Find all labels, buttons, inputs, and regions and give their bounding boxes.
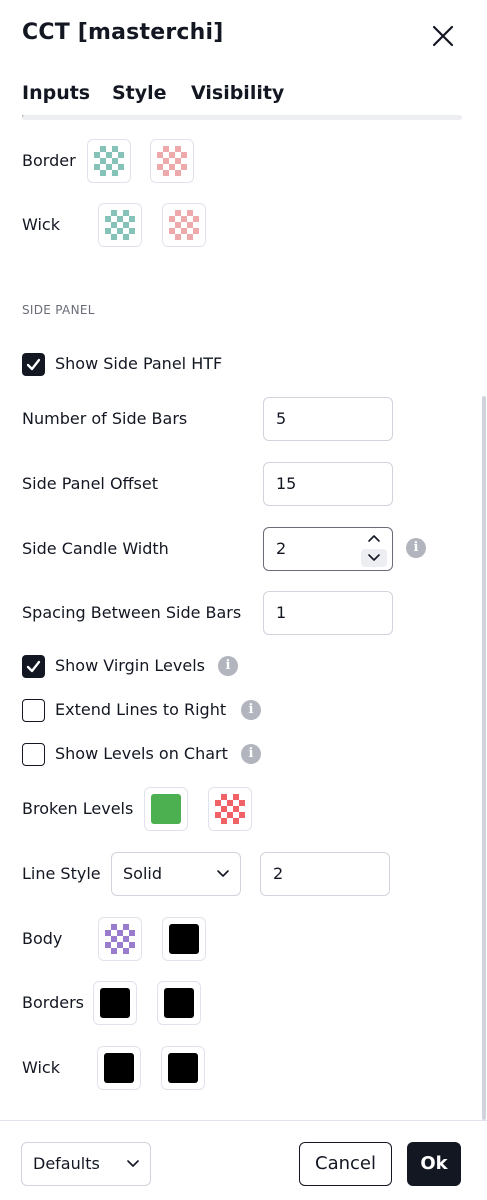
extend-lines-to-right-label: Extend Lines to Right bbox=[55, 700, 227, 719]
side-wick-up-color-swatch[interactable] bbox=[97, 1046, 141, 1090]
checker-fill bbox=[105, 924, 135, 954]
show-levels-on-chart-label: Show Levels on Chart bbox=[55, 744, 228, 763]
solid-fill bbox=[104, 1053, 134, 1083]
defaults-label: Defaults bbox=[33, 1154, 100, 1173]
defaults-dropdown[interactable]: Defaults bbox=[21, 1142, 151, 1186]
info-icon[interactable]: i bbox=[241, 700, 261, 720]
spacing-between-side-bars-label: Spacing Between Side Bars bbox=[22, 603, 242, 622]
wick-label: Wick bbox=[22, 215, 60, 234]
side-wick-down-color-swatch[interactable] bbox=[161, 1046, 205, 1090]
extend-lines-to-right-checkbox[interactable] bbox=[22, 699, 45, 722]
chevron-down-icon bbox=[127, 1160, 139, 1167]
side-candle-width-stepper[interactable] bbox=[361, 529, 387, 569]
solid-fill bbox=[100, 988, 130, 1018]
checker-fill bbox=[169, 210, 199, 240]
chevron-down-icon[interactable] bbox=[361, 549, 387, 567]
border-down-color-swatch[interactable] bbox=[150, 139, 194, 183]
side-panel-offset-input[interactable]: 15 bbox=[263, 462, 393, 506]
solid-fill bbox=[168, 1053, 198, 1083]
solid-fill bbox=[151, 794, 181, 824]
body-up-color-swatch[interactable] bbox=[98, 917, 142, 961]
side-panel-offset-label: Side Panel Offset bbox=[22, 474, 159, 493]
tab-divider bbox=[22, 115, 462, 120]
border-label: Border bbox=[22, 151, 76, 170]
show-virgin-levels-checkbox[interactable] bbox=[22, 655, 45, 678]
info-icon[interactable]: i bbox=[241, 744, 261, 764]
number-of-side-bars-input[interactable]: 5 bbox=[263, 397, 393, 441]
check-icon bbox=[26, 660, 41, 673]
borders-up-color-swatch[interactable] bbox=[93, 981, 137, 1025]
info-icon[interactable]: i bbox=[406, 538, 426, 558]
solid-fill bbox=[164, 988, 194, 1018]
side-wick-label: Wick bbox=[22, 1058, 60, 1077]
tab-visibility[interactable]: Visibility bbox=[191, 82, 284, 104]
broken-levels-label: Broken Levels bbox=[22, 799, 134, 818]
info-icon[interactable]: i bbox=[218, 656, 238, 676]
dialog-title: CCT [masterchi] bbox=[22, 20, 224, 45]
number-of-side-bars-label: Number of Side Bars bbox=[22, 409, 188, 428]
scrollbar-thumb[interactable] bbox=[482, 396, 486, 1120]
body-label: Body bbox=[22, 929, 63, 948]
footer-divider bbox=[0, 1120, 487, 1121]
broken-levels-down-color-swatch[interactable] bbox=[208, 787, 252, 831]
cancel-button[interactable]: Cancel bbox=[299, 1142, 392, 1186]
spacing-between-side-bars-input[interactable]: 1 bbox=[263, 591, 393, 635]
show-side-panel-htf-label: Show Side Panel HTF bbox=[55, 354, 223, 373]
broken-levels-up-color-swatch[interactable] bbox=[144, 787, 188, 831]
check-icon bbox=[26, 358, 41, 371]
tab-inputs[interactable]: Inputs bbox=[22, 82, 90, 104]
show-side-panel-htf-checkbox[interactable] bbox=[22, 353, 45, 376]
body-down-color-swatch[interactable] bbox=[162, 917, 206, 961]
line-style-selected-value: Solid bbox=[123, 864, 162, 883]
checker-fill bbox=[105, 210, 135, 240]
side-candle-width-value: 2 bbox=[276, 539, 287, 558]
wick-down-color-swatch[interactable] bbox=[162, 203, 206, 247]
checker-fill bbox=[215, 794, 245, 824]
chevron-down-icon bbox=[217, 870, 229, 877]
solid-fill bbox=[169, 924, 199, 954]
tab-style[interactable]: Style bbox=[112, 82, 167, 104]
line-style-label: Line Style bbox=[22, 864, 101, 883]
ok-button[interactable]: Ok bbox=[407, 1142, 461, 1186]
checker-fill bbox=[157, 146, 187, 176]
close-icon[interactable] bbox=[429, 22, 457, 50]
chevron-up-icon[interactable] bbox=[361, 529, 387, 547]
side-candle-width-label: Side Candle Width bbox=[22, 539, 169, 558]
line-style-select[interactable]: Solid bbox=[111, 852, 241, 896]
show-levels-on-chart-checkbox[interactable] bbox=[22, 743, 45, 766]
checker-fill bbox=[94, 146, 124, 176]
borders-down-color-swatch[interactable] bbox=[157, 981, 201, 1025]
border-up-color-swatch[interactable] bbox=[87, 139, 131, 183]
line-width-input[interactable]: 2 bbox=[260, 852, 390, 896]
show-virgin-levels-label: Show Virgin Levels bbox=[55, 656, 205, 675]
section-title-side-panel: SIDE PANEL bbox=[22, 303, 95, 317]
borders-label: Borders bbox=[22, 993, 84, 1012]
wick-up-color-swatch[interactable] bbox=[98, 203, 142, 247]
